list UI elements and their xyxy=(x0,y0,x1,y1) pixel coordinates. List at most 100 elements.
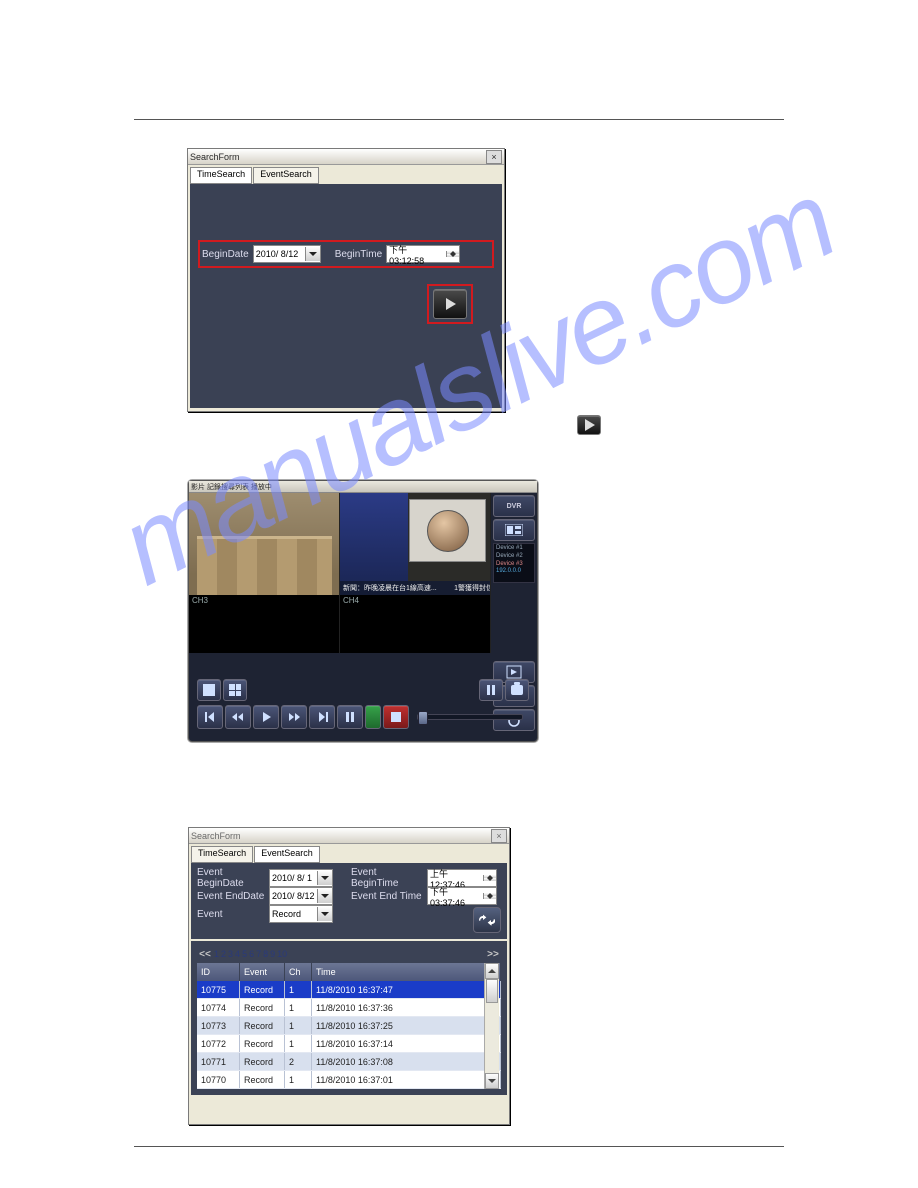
event-endtime-field[interactable]: 下午 03:37:46 xyxy=(427,887,497,905)
table-row[interactable]: 10775Record111/8/2010 16:37:47 xyxy=(197,981,501,999)
step-back-button[interactable] xyxy=(197,705,223,729)
close-icon[interactable]: × xyxy=(491,829,507,843)
video-row-top: 新聞：昨晚凌晨在台1線高速... 1警獲得封信 xyxy=(189,493,491,595)
pager-6[interactable]: 6 xyxy=(249,949,254,959)
player-window: 影片 記錄搜尋列表 播放中 新聞：昨晚凌晨在台1線高速... 1警獲得封信 xyxy=(188,480,538,742)
inline-play-reference xyxy=(577,415,601,435)
event-begindate-field[interactable]: 2010/ 8/ 1 xyxy=(269,869,333,887)
tab-eventsearch[interactable]: EventSearch xyxy=(254,846,320,863)
cut-start-button[interactable] xyxy=(365,705,381,729)
results-section: << 1 2 3 4 5 6 7 8 9 10 >> ID Event xyxy=(191,941,507,1095)
toolbar-row-1 xyxy=(197,679,529,701)
video-row-bottom: CH3 CH4 xyxy=(189,595,491,653)
event-enddate-label: Event EndDate xyxy=(197,891,265,902)
scroll-up-icon[interactable] xyxy=(485,963,499,979)
table-row[interactable]: 10774Record111/8/2010 16:37:36 xyxy=(197,999,501,1017)
table-row[interactable]: 10773Record111/8/2010 16:37:25 xyxy=(197,1017,501,1035)
player-meta-bar: 影片 記錄搜尋列表 播放中 xyxy=(189,481,537,493)
begindate-field[interactable]: 2010/ 8/12 xyxy=(253,245,321,263)
tabs: TimeSearch EventSearch xyxy=(189,844,509,863)
layout-button[interactable] xyxy=(493,519,535,541)
dvr-button[interactable]: DVR xyxy=(493,495,535,517)
highlight-play xyxy=(427,284,473,324)
pause-button[interactable] xyxy=(337,705,363,729)
close-icon[interactable]: × xyxy=(486,150,502,164)
searchform-window-timesearch: SearchForm × TimeSearch EventSearch Begi… xyxy=(187,148,505,412)
record-button[interactable] xyxy=(383,705,409,729)
titlebar: SearchForm × xyxy=(189,828,509,844)
begintime-value: 下午 03:12:58 xyxy=(387,243,446,266)
play-icon xyxy=(577,415,601,435)
pager-3[interactable]: 3 xyxy=(228,949,233,959)
refresh-button[interactable] xyxy=(473,907,501,933)
timesearch-body: BeginDate 2010/ 8/12 BeginTime 下午 03:12:… xyxy=(190,184,502,408)
player-meta-text: 影片 記錄搜尋列表 播放中 xyxy=(191,482,272,492)
window-title: SearchForm xyxy=(191,831,241,841)
video-ch4[interactable]: CH4 xyxy=(340,595,491,653)
table-row[interactable]: 10770Record111/8/2010 16:37:01 xyxy=(197,1071,501,1089)
fullscreen-button[interactable] xyxy=(197,679,221,701)
scroll-down-icon[interactable] xyxy=(485,1073,499,1089)
snapshot-toolbar-button[interactable] xyxy=(505,679,529,701)
chevron-down-icon[interactable] xyxy=(317,889,332,903)
col-event[interactable]: Event xyxy=(240,963,285,981)
chevron-down-icon[interactable] xyxy=(317,907,332,921)
results-table: ID Event Ch Time 10775Record111/8/2010 1… xyxy=(197,963,501,1089)
pager-1[interactable]: 1 xyxy=(214,949,219,959)
col-ch[interactable]: Ch xyxy=(285,963,312,981)
pager-9[interactable]: 9 xyxy=(270,949,275,959)
event-enddate-field[interactable]: 2010/ 8/12 xyxy=(269,887,333,905)
tab-timesearch[interactable]: TimeSearch xyxy=(190,167,252,184)
tab-eventsearch[interactable]: EventSearch xyxy=(253,167,319,184)
video-ch1[interactable] xyxy=(189,493,340,595)
highlight-daterow: BeginDate 2010/ 8/12 BeginTime 下午 03:12:… xyxy=(198,240,494,268)
pager-8[interactable]: 8 xyxy=(263,949,268,959)
chevron-down-icon[interactable] xyxy=(317,871,332,885)
rule-top xyxy=(134,119,784,120)
spinner-icon[interactable] xyxy=(483,875,496,881)
play-button[interactable] xyxy=(433,289,467,319)
pause-all-button[interactable] xyxy=(479,679,503,701)
pager-2[interactable]: 2 xyxy=(221,949,226,959)
pager-4[interactable]: 4 xyxy=(235,949,240,959)
event-type-field[interactable]: Record xyxy=(269,905,333,923)
begintime-label: BeginTime xyxy=(335,249,382,260)
event-type-label: Event xyxy=(197,909,265,920)
eventsearch-filters: Event BeginDate 2010/ 8/ 1 Event BeginTi… xyxy=(191,863,507,939)
table-row[interactable]: 10772Record111/8/2010 16:37:14 xyxy=(197,1035,501,1053)
pager-prev[interactable]: << xyxy=(197,949,213,960)
table-row[interactable]: 10771Record211/8/2010 16:37:08 xyxy=(197,1053,501,1071)
scrollbar-thumb[interactable] xyxy=(486,979,498,1003)
event-endtime-label: Event End Time xyxy=(351,891,423,902)
col-time[interactable]: Time xyxy=(312,963,501,981)
begintime-field[interactable]: 下午 03:12:58 xyxy=(386,245,460,263)
step-forward-button[interactable] xyxy=(309,705,335,729)
pager-10[interactable]: 10 xyxy=(277,949,287,959)
pager-5[interactable]: 5 xyxy=(242,949,247,959)
fast-forward-button[interactable] xyxy=(281,705,307,729)
pager-7[interactable]: 7 xyxy=(256,949,261,959)
event-begintime-label: Event BeginTime xyxy=(351,867,423,889)
vertical-scrollbar[interactable] xyxy=(484,963,499,1089)
searchform-window-eventsearch: SearchForm × TimeSearch EventSearch Even… xyxy=(188,827,510,1125)
begindate-label: BeginDate xyxy=(202,249,249,260)
video-ch2[interactable]: 新聞：昨晚凌晨在台1線高速... 1警獲得封信 xyxy=(340,493,491,595)
slider-thumb[interactable] xyxy=(418,711,428,725)
event-begindate-label: Event BeginDate xyxy=(197,867,265,889)
chevron-down-icon[interactable] xyxy=(305,247,320,261)
tab-timesearch[interactable]: TimeSearch xyxy=(191,846,253,863)
seek-slider[interactable] xyxy=(417,714,523,720)
pager-next[interactable]: >> xyxy=(485,949,501,960)
toolbar-row-2 xyxy=(197,705,529,729)
col-id[interactable]: ID xyxy=(197,963,240,981)
quad-layout-button[interactable] xyxy=(223,679,247,701)
begindate-value: 2010/ 8/12 xyxy=(254,249,305,259)
titlebar: SearchForm × xyxy=(188,149,504,165)
spinner-icon[interactable] xyxy=(483,893,496,899)
video-ch3[interactable]: CH3 xyxy=(189,595,340,653)
device-info: Device #1 Device #2 Device #3 192.0.0.0 xyxy=(493,543,535,583)
play-button[interactable] xyxy=(253,705,279,729)
spinner-icon[interactable] xyxy=(446,251,459,257)
rewind-button[interactable] xyxy=(225,705,251,729)
ch2-caption-left: 新聞：昨晚凌晨在台1線高速... xyxy=(343,583,437,593)
